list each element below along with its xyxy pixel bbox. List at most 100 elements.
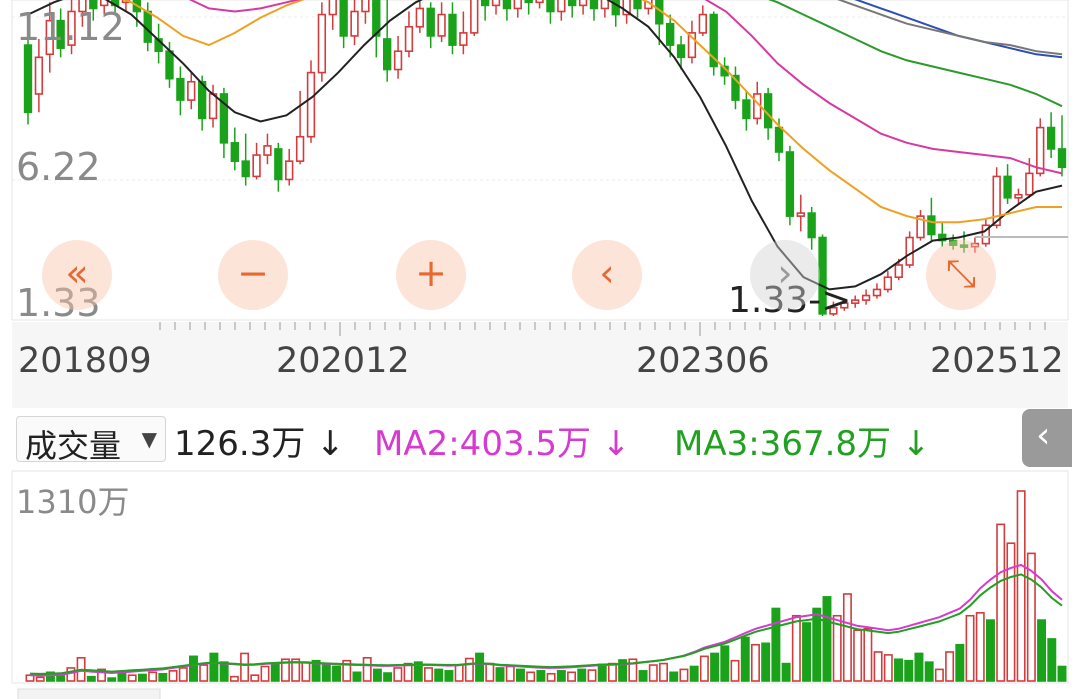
date-label-202512: 202512 <box>930 341 1064 381</box>
volume-bar <box>434 668 444 682</box>
volume-bar <box>853 629 863 682</box>
volume-bar <box>1016 490 1026 682</box>
forward-button[interactable]: › <box>750 240 820 310</box>
candle-body <box>600 0 610 10</box>
volume-chart[interactable]: 1310万 <box>0 469 1080 699</box>
candle-body <box>524 0 533 4</box>
candle-body <box>23 44 33 114</box>
volume-bar <box>148 671 158 682</box>
volume-bar <box>137 673 147 682</box>
candle-body <box>230 142 239 162</box>
volume-bar <box>945 651 955 682</box>
volume-bar <box>914 652 924 682</box>
volume-bar <box>1037 619 1047 682</box>
volume-bar <box>250 674 260 682</box>
volume-bar <box>842 593 852 682</box>
volume-bar <box>597 663 607 682</box>
volume-bar <box>975 612 985 682</box>
candle-body <box>404 25 414 53</box>
candle-body <box>785 151 795 217</box>
candle-body <box>872 288 882 297</box>
volume-bar <box>86 675 96 682</box>
expand-button[interactable]: ⤡ <box>926 240 996 310</box>
volume-bar <box>168 670 178 682</box>
candle-body <box>851 299 860 304</box>
volume-bar <box>996 523 1006 682</box>
volume-bar <box>730 659 740 682</box>
volume-bar <box>240 652 250 682</box>
candle-body <box>165 50 174 80</box>
kline-chart[interactable]: 11.12 6.22 1.33 1.33-> 201809 202012 202… <box>0 0 1080 410</box>
volume-bar <box>383 672 393 682</box>
date-label-201809: 201809 <box>18 341 152 381</box>
candle-body <box>568 0 577 7</box>
candle-body <box>480 0 490 7</box>
expand-icon: ⤡ <box>945 251 977 295</box>
candle-body <box>187 80 196 101</box>
fast-back-button[interactable]: « <box>42 240 112 310</box>
candle-body <box>698 13 707 34</box>
candle-body <box>176 77 185 101</box>
collapse-panel-button[interactable]: ‹ <box>1022 409 1072 467</box>
volume-bar <box>873 651 883 682</box>
volume-bar <box>485 662 495 682</box>
volume-bar <box>352 671 362 682</box>
volume-bar <box>464 657 474 682</box>
candle-body <box>1046 126 1056 150</box>
volume-bar <box>454 664 464 682</box>
volume-bar <box>699 655 709 682</box>
candle-body <box>317 13 327 74</box>
indicator-selector[interactable]: 成交量 ▼ <box>16 416 166 465</box>
volume-bar <box>546 672 556 682</box>
volume-bar <box>321 662 331 682</box>
candle-body <box>383 38 392 71</box>
volume-bar <box>1047 638 1057 682</box>
candle-body <box>459 32 468 46</box>
volume-bar <box>117 672 127 682</box>
volume-bar <box>577 668 587 682</box>
volume-bar <box>301 661 311 682</box>
volume-bar <box>127 674 137 682</box>
zoom-in-button[interactable]: + <box>396 240 466 310</box>
volume-bar <box>791 614 801 682</box>
volume-bar <box>659 662 668 682</box>
volume-bar <box>648 664 658 682</box>
bottom-bar-stub <box>17 688 161 699</box>
volume-bar <box>495 667 505 682</box>
candle-body <box>589 0 599 10</box>
volume-bar <box>424 667 433 682</box>
candle-body <box>992 175 1001 227</box>
volume-bar <box>178 667 188 682</box>
price-axis-top: 11.12 <box>16 5 125 49</box>
kline-plot-area <box>11 0 1069 321</box>
volume-bar <box>720 645 730 682</box>
volume-bar <box>638 670 648 682</box>
candle-body <box>774 126 784 153</box>
volume-bar <box>189 655 198 682</box>
candle-body <box>350 10 359 37</box>
candle-body <box>633 0 642 10</box>
stock-chart-screen: 11.12 6.22 1.33 1.33-> 201809 202012 202… <box>0 0 1080 699</box>
volume-bar <box>894 658 903 682</box>
back-button[interactable]: ‹ <box>572 240 642 310</box>
volume-bar <box>607 662 617 682</box>
volume-bar <box>515 668 525 682</box>
candle-body <box>415 7 425 28</box>
volume-bar <box>934 668 944 682</box>
candle-body <box>513 0 522 10</box>
candle-body <box>927 215 936 236</box>
candle-body <box>263 145 272 156</box>
candle-body <box>1036 126 1045 175</box>
candle-body <box>557 0 566 13</box>
volume-bar <box>904 659 914 682</box>
volume-bar <box>536 670 546 682</box>
candle-body <box>1014 193 1023 199</box>
volume-bar <box>689 665 699 682</box>
candle-body <box>491 0 501 7</box>
candle-body <box>1057 148 1067 169</box>
candle-body <box>339 0 348 37</box>
candle-body <box>894 264 903 279</box>
candle-body <box>905 236 914 266</box>
volume-bar <box>567 671 577 682</box>
zoom-out-button[interactable]: − <box>218 240 288 310</box>
